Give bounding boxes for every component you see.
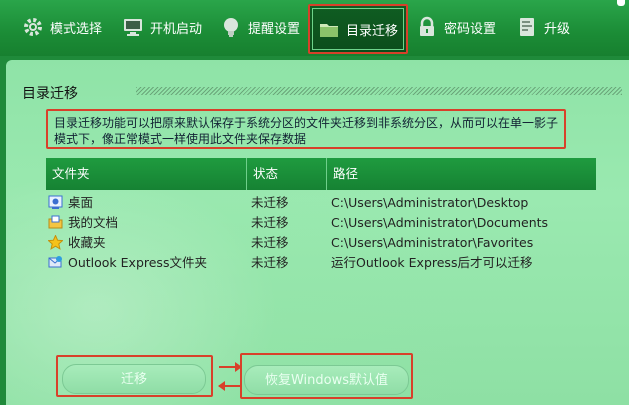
lock-icon [416,16,438,38]
folder-status: 未迁移 [251,215,289,230]
title-divider [136,87,622,95]
tab-label: 密码设置 [444,21,497,37]
tab-dir-migration[interactable]: 目录迁移 [308,4,409,54]
table-row[interactable]: 桌面 未迁移 C:\Users\Administrator\Desktop [46,193,596,213]
arrow-left-icon [218,381,241,391]
folder-name: Outlook Express文件夹 [68,255,207,270]
tab-password[interactable]: 密码设置 [416,4,496,50]
star-icon [47,234,64,250]
restore-default-button[interactable]: 恢复Windows默认值 [244,365,409,395]
description-box: 目录迁移功能可以把原来默认保存于系统分区的文件夹迁移到非系统分区，从而可以在单一… [46,109,566,149]
folder-table: 文件夹 状态 路径 桌面 未迁移 C:\Users\Administrator\… [46,158,596,273]
tab-mode-select[interactable]: 模式选择 [22,4,102,50]
folder-name: 我的文档 [68,215,119,230]
lightbulb-icon [220,16,242,38]
tab-startup[interactable]: 开机启动 [122,4,202,50]
documents-icon [48,215,63,230]
table-row[interactable]: 收藏夹 未迁移 C:\Users\Administrator\Favorites [46,233,596,253]
table-row[interactable]: 我的文档 未迁移 C:\Users\Administrator\Document… [46,213,596,233]
column-status[interactable]: 状态 [246,158,326,190]
tab-label: 模式选择 [50,21,103,37]
tab-label: 升级 [544,21,571,37]
folder-icon [318,18,340,40]
arrow-right-icon [219,362,242,372]
monitor-icon [122,16,144,38]
window-control[interactable] [617,0,625,6]
top-toolbar: 模式选择 开机启动 提醒设置 目录迁移 密码设置 升级 [0,0,629,56]
table-row[interactable]: Outlook Express文件夹 未迁移 运行Outlook Express… [46,253,596,273]
folder-status: 未迁移 [251,255,289,270]
tab-label: 开机启动 [150,21,203,37]
desktop-icon [48,195,63,210]
folder-name: 桌面 [68,195,94,210]
gear-icon [22,16,44,38]
folder-status: 未迁移 [251,235,289,250]
folder-path: 运行Outlook Express后才可以迁移 [331,255,533,270]
folder-path: C:\Users\Administrator\Favorites [331,235,534,250]
folder-path: C:\Users\Administrator\Desktop [331,195,529,210]
main-panel: 目录迁移 目录迁移功能可以把原来默认保存于系统分区的文件夹迁移到非系统分区，从而… [6,60,629,405]
outlook-icon [48,255,63,270]
folder-path: C:\Users\Administrator\Documents [331,215,549,230]
folder-status: 未迁移 [251,195,289,210]
table-header: 文件夹 状态 路径 [46,158,596,190]
column-folder[interactable]: 文件夹 [46,158,246,190]
tab-reminder[interactable]: 提醒设置 [220,4,300,50]
tab-upgrade[interactable]: 升级 [516,4,570,50]
column-path[interactable]: 路径 [326,158,596,190]
folder-name: 收藏夹 [68,235,106,250]
tab-label: 提醒设置 [248,21,301,37]
migrate-button[interactable]: 迁移 [62,364,206,394]
section-title: 目录迁移 [22,86,78,102]
upgrade-icon [516,16,538,38]
tab-label: 目录迁移 [346,23,399,39]
